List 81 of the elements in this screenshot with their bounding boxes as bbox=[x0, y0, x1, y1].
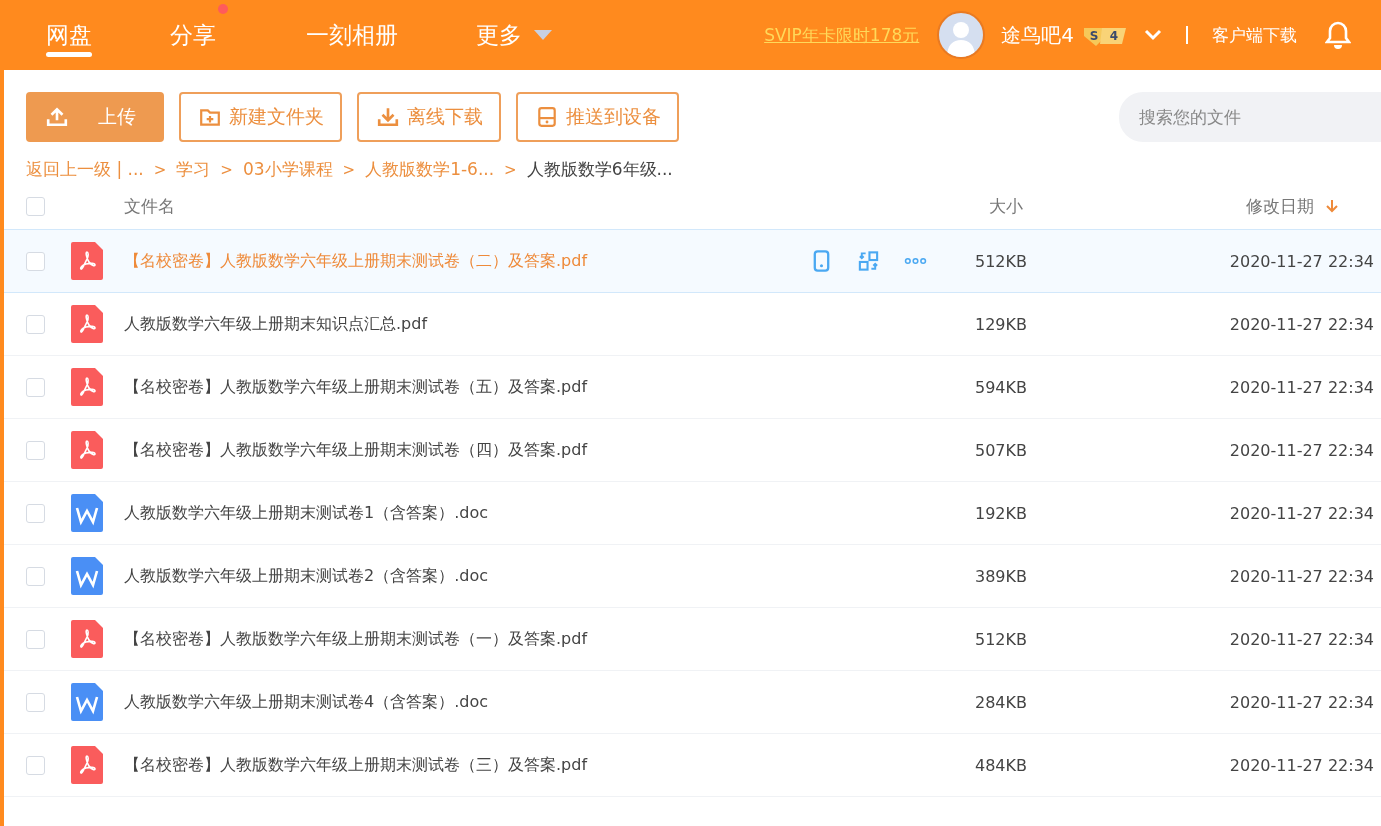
row-checkbox[interactable] bbox=[26, 440, 45, 460]
modified-date: 2020-11-27 22:34 bbox=[1228, 629, 1374, 649]
modified-date: 2020-11-27 22:34 bbox=[1228, 566, 1374, 586]
column-header[interactable]: 修改日期 bbox=[1246, 194, 1314, 218]
file-name[interactable]: 人教版数学六年级上册期末测试卷4（含答案）.doc bbox=[124, 691, 800, 713]
row-checkbox[interactable] bbox=[26, 314, 45, 334]
pdf-file-icon bbox=[71, 620, 103, 658]
file-size: 512KB bbox=[974, 251, 1027, 271]
row-checkbox[interactable] bbox=[26, 377, 45, 397]
level-badge: S 4 bbox=[1080, 24, 1128, 46]
file-name[interactable]: 【名校密卷】人教版数学六年级上册期末测试卷（一）及答案.pdf bbox=[124, 628, 800, 650]
folder-plus-icon bbox=[199, 106, 221, 128]
modified-date: 2020-11-27 22:34 bbox=[1228, 755, 1374, 775]
select-all-checkbox[interactable] bbox=[26, 196, 45, 216]
file-name[interactable]: 【名校密卷】人教版数学六年级上册期末测试卷（五）及答案.pdf bbox=[124, 376, 800, 398]
modified-date: 2020-11-27 22:34 bbox=[1228, 503, 1374, 523]
pdf-file-icon bbox=[71, 431, 103, 469]
modified-date: 2020-11-27 22:34 bbox=[1228, 377, 1374, 397]
row-checkbox[interactable] bbox=[26, 629, 45, 649]
breadcrumb-separator: > bbox=[220, 160, 233, 179]
modified-date: 2020-11-27 22:34 bbox=[1228, 251, 1374, 271]
column-header[interactable]: 大小 bbox=[989, 194, 1023, 218]
file-size: 192KB bbox=[974, 503, 1027, 523]
modified-date: 2020-11-27 22:34 bbox=[1228, 440, 1374, 460]
column-header[interactable]: 文件名 bbox=[124, 194, 175, 218]
breadcrumb-separator: > bbox=[153, 160, 167, 179]
pdf-file-icon bbox=[71, 305, 103, 343]
download-icon bbox=[377, 106, 399, 128]
row-checkbox[interactable] bbox=[26, 755, 45, 775]
file-size: 484KB bbox=[974, 755, 1027, 775]
file-row[interactable]: 人教版数学六年级上册期末测试卷4（含答案）.doc 284KB 2020-11-27 22:34 bbox=[4, 671, 1381, 734]
row-checkbox[interactable] bbox=[26, 692, 45, 712]
breadcrumb-item: 人教版数学6年级... bbox=[526, 158, 673, 181]
file-size: 512KB bbox=[974, 629, 1027, 649]
file-size: 507KB bbox=[974, 440, 1027, 460]
breadcrumb-separator: > bbox=[504, 160, 517, 179]
word-file-icon bbox=[71, 494, 103, 532]
breadcrumb-item[interactable]: 03小学课程 bbox=[242, 158, 333, 181]
file-name[interactable]: 人教版数学六年级上册期末知识点汇总.pdf bbox=[124, 313, 800, 335]
file-name[interactable]: 人教版数学六年级上册期末测试卷2（含答案）.doc bbox=[124, 565, 800, 587]
word-file-icon bbox=[71, 683, 103, 721]
sort-arrow-icon[interactable] bbox=[1326, 199, 1338, 213]
modified-date: 2020-11-27 22:34 bbox=[1228, 692, 1374, 712]
modified-date: 2020-11-27 22:34 bbox=[1228, 314, 1374, 334]
file-row[interactable]: 【名校密卷】人教版数学六年级上册期末测试卷（四）及答案.pdf 507KB 2020-11-27 22:34 bbox=[4, 419, 1381, 482]
pdf-file-icon bbox=[71, 242, 103, 280]
device-icon bbox=[536, 106, 558, 128]
breadcrumb-separator: > bbox=[342, 160, 356, 179]
row-checkbox[interactable] bbox=[26, 566, 45, 586]
pdf-file-icon bbox=[71, 746, 103, 784]
row-checkbox[interactable] bbox=[26, 503, 45, 523]
upload-icon bbox=[46, 106, 68, 128]
file-name[interactable]: 【名校密卷】人教版数学六年级上册期末测试卷（二）及答案.pdf bbox=[124, 250, 800, 272]
push-to-device-button[interactable]: 推送到设备 bbox=[516, 92, 679, 142]
offline-download-button[interactable]: 离线下载 bbox=[357, 92, 501, 142]
file-row[interactable]: 人教版数学六年级上册期末知识点汇总.pdf 129KB 2020-11-27 22:34 bbox=[4, 293, 1381, 356]
file-row[interactable]: 人教版数学六年级上册期末测试卷2（含答案）.doc 389KB 2020-11-27 22:34 bbox=[4, 545, 1381, 608]
bell-icon[interactable] bbox=[1325, 21, 1351, 49]
file-size: 594KB bbox=[974, 377, 1027, 397]
pdf-file-icon bbox=[71, 368, 103, 406]
breadcrumb-item[interactable]: 返回上一级 | ... bbox=[26, 158, 144, 181]
file-row[interactable]: 【名校密卷】人教版数学六年级上册期末测试卷（五）及答案.pdf 594KB 2020-11-27 22:34 bbox=[4, 356, 1381, 419]
file-row[interactable]: 人教版数学六年级上册期末测试卷1（含答案）.doc 192KB 2020-11-27 22:34 bbox=[4, 482, 1381, 545]
chevron-down-icon[interactable] bbox=[1144, 29, 1162, 41]
file-name[interactable]: 【名校密卷】人教版数学六年级上册期末测试卷（四）及答案.pdf bbox=[124, 439, 800, 461]
file-name[interactable]: 人教版数学六年级上册期末测试卷1（含答案）.doc bbox=[124, 502, 800, 524]
row-checkbox[interactable] bbox=[26, 251, 45, 271]
file-row[interactable]: 【名校密卷】人教版数学六年级上册期末测试卷（三）及答案.pdf 484KB 2020-11-27 22:34 bbox=[4, 734, 1381, 797]
file-row[interactable]: 【名校密卷】人教版数学六年级上册期末测试卷（一）及答案.pdf 512KB 2020-11-27 22:34 bbox=[4, 608, 1381, 671]
file-name[interactable]: 【名校密卷】人教版数学六年级上册期末测试卷（三）及答案.pdf bbox=[124, 754, 800, 776]
file-size: 389KB bbox=[974, 566, 1027, 586]
file-size: 129KB bbox=[974, 314, 1027, 334]
file-row[interactable]: 【名校密卷】人教版数学六年级上册期末测试卷（二）及答案.pdf 512KB 2020-11-27 22:34 bbox=[4, 229, 1381, 293]
avatar[interactable] bbox=[937, 11, 986, 59]
file-size: 284KB bbox=[974, 692, 1027, 712]
search-field[interactable]: 搜索您的文件 bbox=[1119, 92, 1381, 142]
transfer-icon[interactable] bbox=[857, 249, 880, 273]
new-folder-button[interactable]: 新建文件夹 bbox=[179, 92, 342, 142]
breadcrumb-item[interactable]: 人教版数学1-6... bbox=[365, 158, 495, 181]
word-file-icon bbox=[71, 557, 103, 595]
breadcrumb-item[interactable]: 学习 bbox=[176, 158, 211, 181]
